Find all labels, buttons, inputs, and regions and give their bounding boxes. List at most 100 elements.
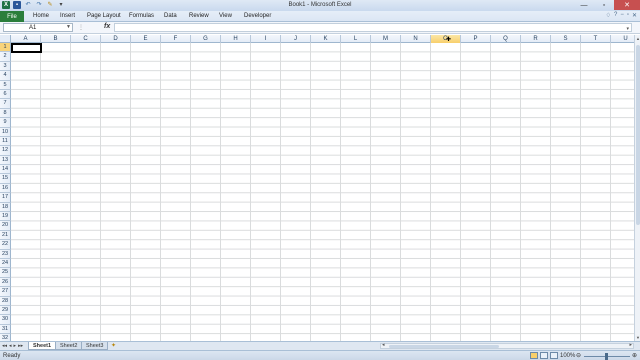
row-header-20[interactable]: 20 — [0, 221, 11, 231]
first-sheet-icon[interactable]: ◂◂ — [2, 342, 7, 350]
vertical-scroll-thumb[interactable] — [636, 45, 640, 225]
formula-input[interactable]: ▾ — [114, 23, 632, 32]
row-header-28[interactable]: 28 — [0, 296, 11, 306]
row-header-3[interactable]: 3 — [0, 61, 11, 72]
zoom-out-icon[interactable]: ⊖ — [576, 352, 581, 359]
row-header-18[interactable]: 18 — [0, 202, 11, 213]
column-header-n[interactable]: N — [401, 35, 431, 43]
column-header-k[interactable]: K — [311, 35, 341, 43]
tab-file[interactable]: File — [0, 11, 24, 22]
row-header-13[interactable]: 13 — [0, 155, 11, 166]
column-header-p[interactable]: P — [461, 35, 491, 43]
column-header-b[interactable]: B — [41, 35, 71, 43]
row-header-23[interactable]: 23 — [0, 249, 11, 259]
row-header-24[interactable]: 24 — [0, 258, 11, 269]
next-sheet-icon[interactable]: ▸ — [14, 342, 17, 350]
minimize-button[interactable]: — — [574, 0, 594, 10]
row-header-19[interactable]: 19 — [0, 212, 11, 222]
column-header-t[interactable]: T — [581, 35, 611, 43]
tab-formulas[interactable]: Formulas — [129, 13, 154, 19]
insert-function-button[interactable]: fx — [104, 23, 110, 30]
tab-developer[interactable]: Developer — [244, 13, 271, 19]
column-header-c[interactable]: C — [71, 35, 101, 43]
column-header-h[interactable]: H — [221, 35, 251, 43]
horizontal-scroll-thumb[interactable] — [389, 345, 499, 348]
row-header-30[interactable]: 30 — [0, 315, 11, 325]
row-header-21[interactable]: 21 — [0, 230, 11, 241]
prev-sheet-icon[interactable]: ◂ — [9, 342, 12, 350]
row-header-7[interactable]: 7 — [0, 99, 11, 109]
row-header-15[interactable]: 15 — [0, 174, 11, 184]
row-header-17[interactable]: 17 — [0, 193, 11, 203]
row-header-6[interactable]: 6 — [0, 89, 11, 100]
scroll-up-icon[interactable]: ▲ — [635, 36, 640, 41]
normal-view-icon[interactable] — [530, 352, 538, 359]
page-layout-view-icon[interactable] — [540, 352, 548, 359]
scroll-left-icon[interactable]: ◂ — [382, 342, 385, 348]
row-header-29[interactable]: 29 — [0, 305, 11, 316]
tab-data[interactable]: Data — [164, 13, 177, 19]
row-header-27[interactable]: 27 — [0, 287, 11, 297]
vertical-scrollbar[interactable]: ▲ ▼ — [634, 35, 640, 341]
name-box-dropdown-icon[interactable]: ▼ — [66, 24, 71, 30]
row-header-5[interactable]: 5 — [0, 80, 11, 90]
zoom-slider-thumb[interactable] — [605, 353, 608, 360]
row-header-25[interactable]: 25 — [0, 268, 11, 278]
column-header-f[interactable]: F — [161, 35, 191, 43]
active-cell-a1[interactable] — [11, 43, 42, 53]
column-header-q[interactable]: Q — [491, 35, 521, 43]
row-header-8[interactable]: 8 — [0, 108, 11, 119]
workbook-close-icon[interactable]: ✕ — [632, 12, 637, 19]
expand-formula-bar-icon[interactable]: ▾ — [626, 26, 629, 32]
row-header-22[interactable]: 22 — [0, 240, 11, 250]
tab-review[interactable]: Review — [189, 13, 209, 19]
row-header-32[interactable]: 32 — [0, 334, 11, 341]
sheet-tab-sheet3[interactable]: Sheet3 — [81, 342, 109, 350]
column-header-u[interactable]: U — [611, 35, 634, 43]
name-box[interactable]: A1 — [3, 23, 73, 32]
column-header-r[interactable]: R — [521, 35, 551, 43]
zoom-in-icon[interactable]: ⊕ — [632, 352, 637, 359]
row-header-2[interactable]: 2 — [0, 52, 11, 62]
insert-sheet-icon[interactable]: ✦ — [111, 342, 116, 350]
tab-home[interactable]: Home — [33, 13, 49, 19]
row-header-1[interactable]: 1 — [0, 43, 11, 53]
row-header-26[interactable]: 26 — [0, 277, 11, 288]
row-header-4[interactable]: 4 — [0, 71, 11, 81]
sheet-tab-sheet1[interactable]: Sheet1 — [28, 342, 57, 350]
zoom-level[interactable]: 100% — [560, 353, 575, 359]
column-header-g[interactable]: G — [191, 35, 221, 43]
column-header-d[interactable]: D — [101, 35, 131, 43]
horizontal-scrollbar[interactable]: ◂ ▸ — [380, 342, 634, 349]
sheet-tab-sheet2[interactable]: Sheet2 — [55, 342, 83, 350]
tab-view[interactable]: View — [219, 13, 232, 19]
cell-area[interactable] — [11, 43, 634, 341]
row-header-12[interactable]: 12 — [0, 146, 11, 156]
scroll-down-icon[interactable]: ▼ — [635, 335, 640, 340]
column-header-m[interactable]: M — [371, 35, 401, 43]
scroll-right-icon[interactable]: ▸ — [629, 342, 632, 348]
column-header-l[interactable]: L — [341, 35, 371, 43]
row-header-14[interactable]: 14 — [0, 165, 11, 175]
row-header-16[interactable]: 16 — [0, 183, 11, 194]
row-header-10[interactable]: 10 — [0, 127, 11, 137]
row-header-31[interactable]: 31 — [0, 324, 11, 335]
column-header-e[interactable]: E — [131, 35, 161, 43]
close-button[interactable]: ✕ — [614, 0, 640, 10]
row-header-9[interactable]: 9 — [0, 118, 11, 128]
help-icon[interactable]: ♢ — [606, 12, 611, 19]
workbook-restore-icon[interactable]: ▫ — [627, 12, 629, 19]
tab-page-layout[interactable]: Page Layout — [87, 13, 121, 19]
column-header-a[interactable]: A — [11, 35, 41, 43]
select-all-button[interactable] — [0, 35, 11, 43]
page-break-view-icon[interactable] — [550, 352, 558, 359]
maximize-button[interactable]: ▫ — [594, 0, 614, 10]
workbook-minimize-icon[interactable]: − — [620, 12, 624, 19]
column-header-i[interactable]: I — [251, 35, 281, 43]
tab-insert[interactable]: Insert — [60, 13, 75, 19]
column-header-s[interactable]: S — [551, 35, 581, 43]
minimize-ribbon-icon[interactable]: ? — [614, 12, 617, 19]
column-header-j[interactable]: J — [281, 35, 311, 43]
row-header-11[interactable]: 11 — [0, 136, 11, 147]
last-sheet-icon[interactable]: ▸▸ — [18, 342, 23, 350]
